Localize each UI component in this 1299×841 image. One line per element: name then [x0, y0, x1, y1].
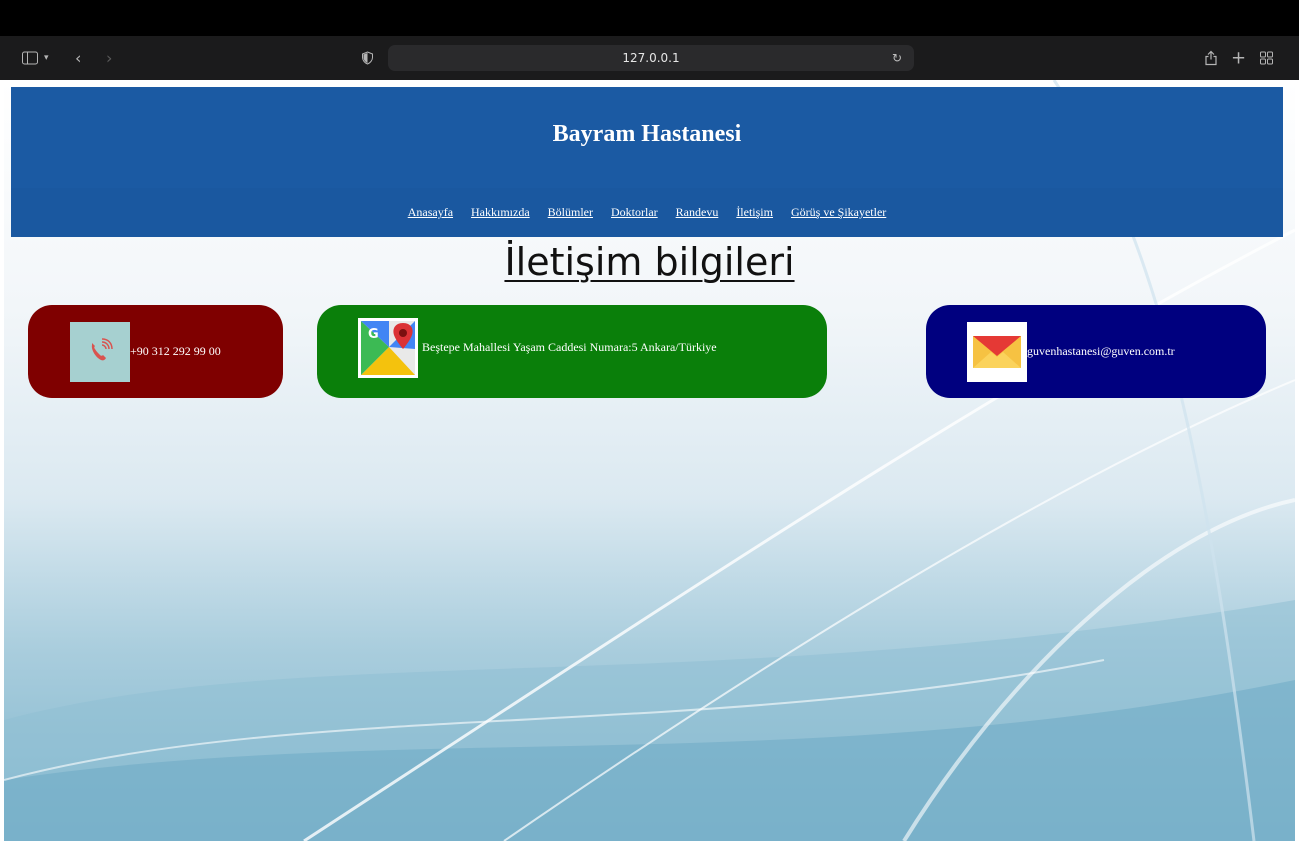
share-icon[interactable]	[1205, 50, 1217, 66]
mail-icon	[967, 321, 1027, 382]
address-text: Beştepe Mahallesi Yaşam Caddesi Numara:5…	[422, 340, 717, 354]
reload-icon[interactable]: ↻	[892, 51, 902, 65]
nav-link-hakkimizda[interactable]: Hakkımızda	[471, 205, 530, 220]
tab-overview-icon[interactable]	[1260, 51, 1273, 65]
back-icon[interactable]: ‹	[75, 49, 81, 68]
nav-link-bolumler[interactable]: Bölümler	[548, 205, 593, 220]
phone-number: +90 312 292 99 00	[130, 344, 221, 358]
site-header: Bayram Hastanesi Anasayfa Hakkımızda Böl…	[11, 87, 1283, 237]
sidebar-toggle-icon[interactable]	[22, 51, 38, 65]
nav-link-gorus-sikayetler[interactable]: Görüş ve Şikayetler	[791, 205, 886, 220]
url-text: 127.0.0.1	[622, 51, 680, 65]
phone-icon	[70, 321, 130, 382]
nav-link-iletisim[interactable]: İletişim	[736, 205, 773, 220]
chevron-down-icon[interactable]: ▾	[44, 53, 49, 63]
browser-toolbar: ▾ ‹ › 127.0.0.1 ↻ +	[0, 36, 1299, 80]
google-maps-icon: G	[358, 317, 418, 378]
address-bar[interactable]: 127.0.0.1 ↻	[388, 45, 914, 71]
email-address: guvenhastanesi@guven.com.tr	[1027, 344, 1175, 358]
page-viewport: Bayram Hastanesi Anasayfa Hakkımızda Böl…	[4, 80, 1295, 841]
email-card: guvenhastanesi@guven.com.tr	[926, 305, 1266, 398]
nav-link-anasayfa[interactable]: Anasayfa	[408, 205, 453, 220]
main-nav: Anasayfa Hakkımızda Bölümler Doktorlar R…	[11, 188, 1283, 237]
site-title: Bayram Hastanesi	[552, 121, 742, 147]
svg-text:G: G	[368, 327, 379, 342]
nav-link-randevu[interactable]: Randevu	[676, 205, 719, 220]
screen-top-bar	[0, 0, 1299, 36]
nav-link-doktorlar[interactable]: Doktorlar	[611, 205, 658, 220]
privacy-shield-icon[interactable]	[362, 51, 373, 65]
new-tab-icon[interactable]: +	[1231, 48, 1246, 69]
address-card: G Beştepe Mahallesi Yaşam Caddesi Numara…	[317, 305, 827, 398]
phone-card: +90 312 292 99 00	[28, 305, 283, 398]
forward-icon[interactable]: ›	[106, 49, 112, 68]
page-title: İletişim bilgileri	[504, 240, 795, 284]
